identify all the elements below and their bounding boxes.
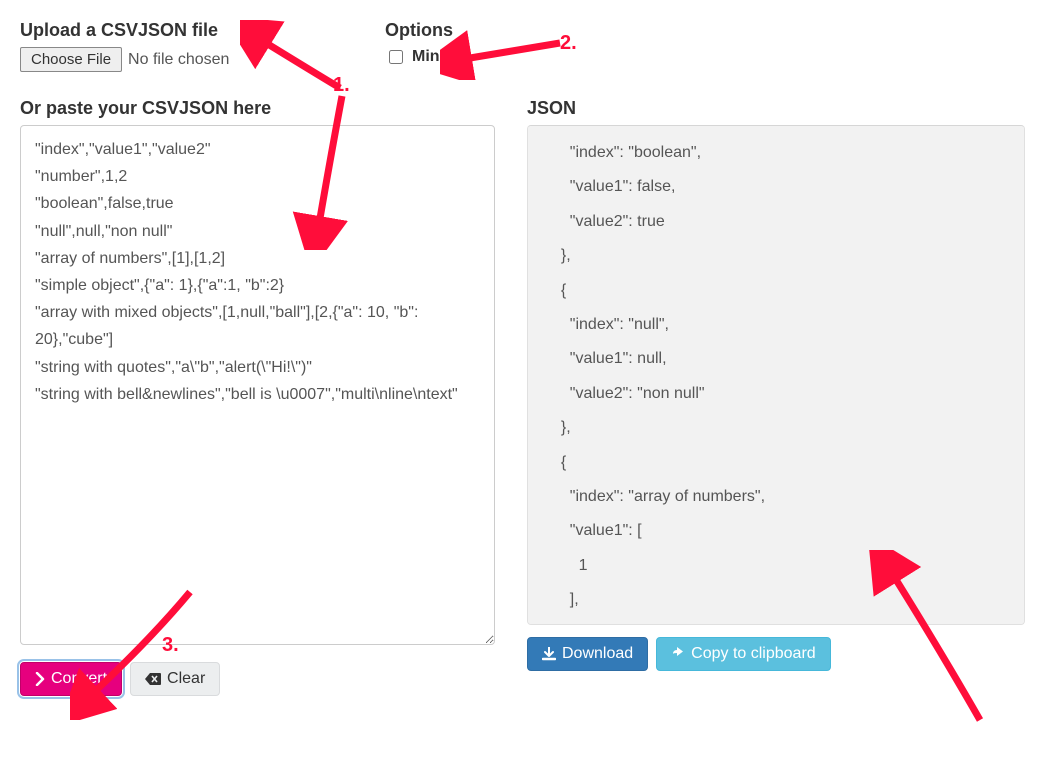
upload-section: Upload a CSVJSON file Choose File No fil… [20,20,365,72]
json-output[interactable]: "index": "boolean", "value1": false, "va… [527,125,1025,625]
choose-file-button[interactable]: Choose File [20,47,122,72]
annotation-2-label: 2. [560,32,577,55]
options-heading: Options [385,20,585,41]
share-icon [671,647,685,661]
minify-option[interactable]: Minify [385,47,585,67]
download-button[interactable]: Download [527,637,648,671]
csvjson-textarea[interactable] [20,125,495,645]
copy-to-clipboard-button[interactable]: Copy to clipboard [656,637,831,671]
clear-label: Clear [167,670,205,688]
convert-label: Convert [51,670,107,688]
download-icon [542,647,556,661]
copy-label: Copy to clipboard [691,645,816,663]
annotation-1-label: 1. [333,74,350,97]
json-heading: JSON [527,98,1025,119]
minify-checkbox[interactable] [389,50,403,64]
no-file-text: No file chosen [128,51,229,69]
chevron-right-icon [35,672,45,686]
annotation-3-label: 3. [162,634,179,657]
convert-button[interactable]: Convert [20,662,122,696]
upload-heading: Upload a CSVJSON file [20,20,365,41]
csvjson-heading: Or paste your CSVJSON here [20,98,495,119]
delete-icon [145,672,161,686]
minify-label: Minify [412,48,458,66]
options-section: Options Minify [385,20,585,72]
clear-button[interactable]: Clear [130,662,220,696]
download-label: Download [562,645,633,663]
